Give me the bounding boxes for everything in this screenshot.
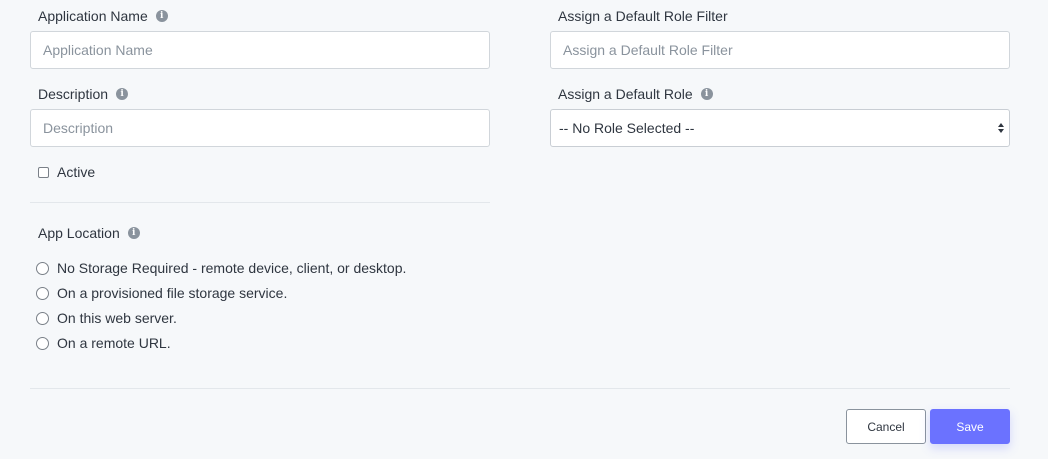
location-option-file-storage[interactable]: On a provisioned file storage service. <box>36 284 287 302</box>
updown-arrows-icon <box>998 123 1004 133</box>
radio-button[interactable] <box>36 286 49 300</box>
app-location-label: App Location <box>38 225 120 241</box>
role-filter-label: Assign a Default Role Filter <box>558 8 728 24</box>
info-icon[interactable]: i <box>116 88 129 100</box>
cancel-button[interactable]: Cancel <box>846 409 926 444</box>
location-option-label: No Storage Required - remote device, cli… <box>57 260 407 276</box>
description-input[interactable] <box>30 109 490 147</box>
location-option-label: On a provisioned file storage service. <box>57 285 288 301</box>
default-role-select[interactable]: -- No Role Selected -- <box>550 109 1010 147</box>
radio-button[interactable] <box>36 336 49 350</box>
info-icon[interactable]: i <box>700 88 713 100</box>
section-divider <box>30 202 490 203</box>
active-checkbox[interactable] <box>38 166 49 178</box>
radio-button[interactable] <box>36 261 49 275</box>
save-button-label: Save <box>956 419 984 434</box>
active-label: Active <box>57 164 96 180</box>
app-form: Application Name i Description i Active … <box>0 0 1048 459</box>
role-filter-input[interactable] <box>550 31 1010 69</box>
active-checkbox-row[interactable]: Active <box>38 163 95 181</box>
info-icon[interactable]: i <box>127 227 140 239</box>
info-icon[interactable]: i <box>155 10 168 22</box>
default-role-label-row: Assign a Default Role i <box>558 84 713 104</box>
description-label: Description <box>38 86 109 102</box>
app-name-label: Application Name <box>38 8 148 24</box>
save-button[interactable]: Save <box>930 409 1010 444</box>
location-option-web-server[interactable]: On this web server. <box>36 309 177 327</box>
footer-divider <box>30 388 1010 389</box>
app-name-label-row: Application Name i <box>38 6 168 26</box>
radio-button[interactable] <box>36 311 49 325</box>
cancel-button-label: Cancel <box>867 419 905 434</box>
app-name-input[interactable] <box>30 31 490 69</box>
description-label-row: Description i <box>38 84 129 104</box>
location-option-label: On this web server. <box>57 310 177 326</box>
location-option-remote-url[interactable]: On a remote URL. <box>36 334 171 352</box>
location-option-no-storage[interactable]: No Storage Required - remote device, cli… <box>36 259 406 277</box>
role-filter-label-row: Assign a Default Role Filter <box>558 6 728 26</box>
location-option-label: On a remote URL. <box>57 335 171 351</box>
default-role-selected-value: -- No Role Selected -- <box>559 120 695 136</box>
app-location-label-row: App Location i <box>38 223 140 243</box>
default-role-label: Assign a Default Role <box>558 86 693 102</box>
